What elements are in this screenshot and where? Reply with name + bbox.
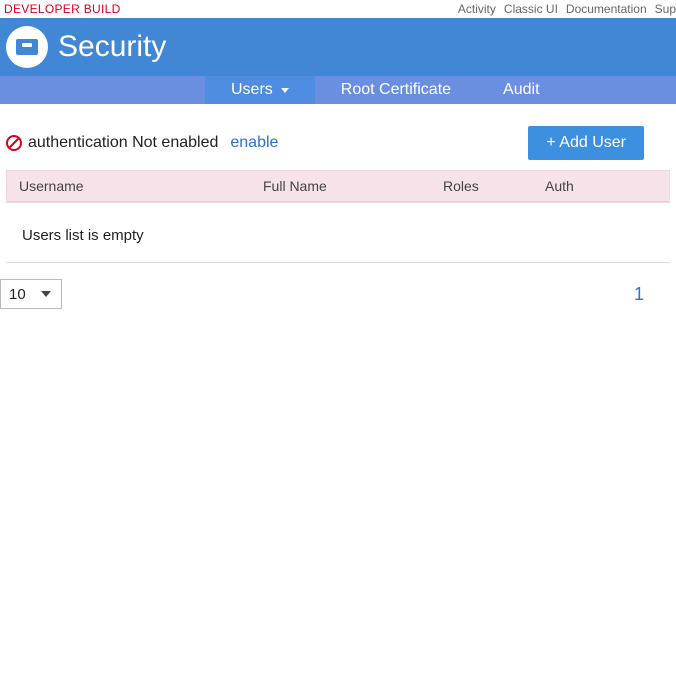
page-size-select[interactable]: 10 — [0, 279, 62, 309]
empty-list-message: Users list is empty — [6, 203, 670, 263]
col-roles[interactable]: Roles — [443, 178, 545, 194]
dropdown-triangle-icon — [41, 291, 51, 297]
tab-root-cert-label: Root Certificate — [341, 81, 451, 99]
developer-build-badge: DEVELOPER BUILD — [4, 2, 121, 16]
tab-audit[interactable]: Audit — [477, 76, 565, 104]
auth-status-text: authentication Not enabled — [28, 134, 218, 152]
tab-root-certificate[interactable]: Root Certificate — [315, 76, 477, 104]
users-table: Username Full Name Roles Auth — [6, 170, 670, 203]
col-username[interactable]: Username — [19, 178, 263, 194]
col-auth[interactable]: Auth — [545, 178, 657, 194]
page-size-value: 10 — [9, 286, 26, 303]
app-logo-icon — [6, 26, 48, 68]
nav-activity[interactable]: Activity — [458, 2, 496, 16]
tab-audit-label: Audit — [503, 81, 539, 99]
prohibit-icon — [6, 135, 22, 151]
tab-users[interactable]: Users — [205, 76, 315, 104]
nav-support[interactable]: Sup — [655, 2, 676, 16]
enable-auth-link[interactable]: enable — [230, 134, 278, 152]
table-header-row: Username Full Name Roles Auth — [7, 171, 669, 202]
nav-documentation[interactable]: Documentation — [566, 2, 647, 16]
page-title: Security — [58, 30, 166, 64]
col-fullname[interactable]: Full Name — [263, 178, 443, 194]
nav-classic-ui[interactable]: Classic UI — [504, 2, 558, 16]
page-number[interactable]: 1 — [634, 284, 670, 305]
tab-users-label: Users — [231, 81, 273, 99]
page-header: Security — [0, 18, 676, 76]
top-nav: Activity Classic UI Documentation Sup — [458, 2, 676, 16]
chevron-down-icon — [281, 88, 289, 93]
add-user-button[interactable]: + Add User — [528, 126, 644, 160]
tab-bar: Users Root Certificate Audit — [0, 76, 676, 104]
